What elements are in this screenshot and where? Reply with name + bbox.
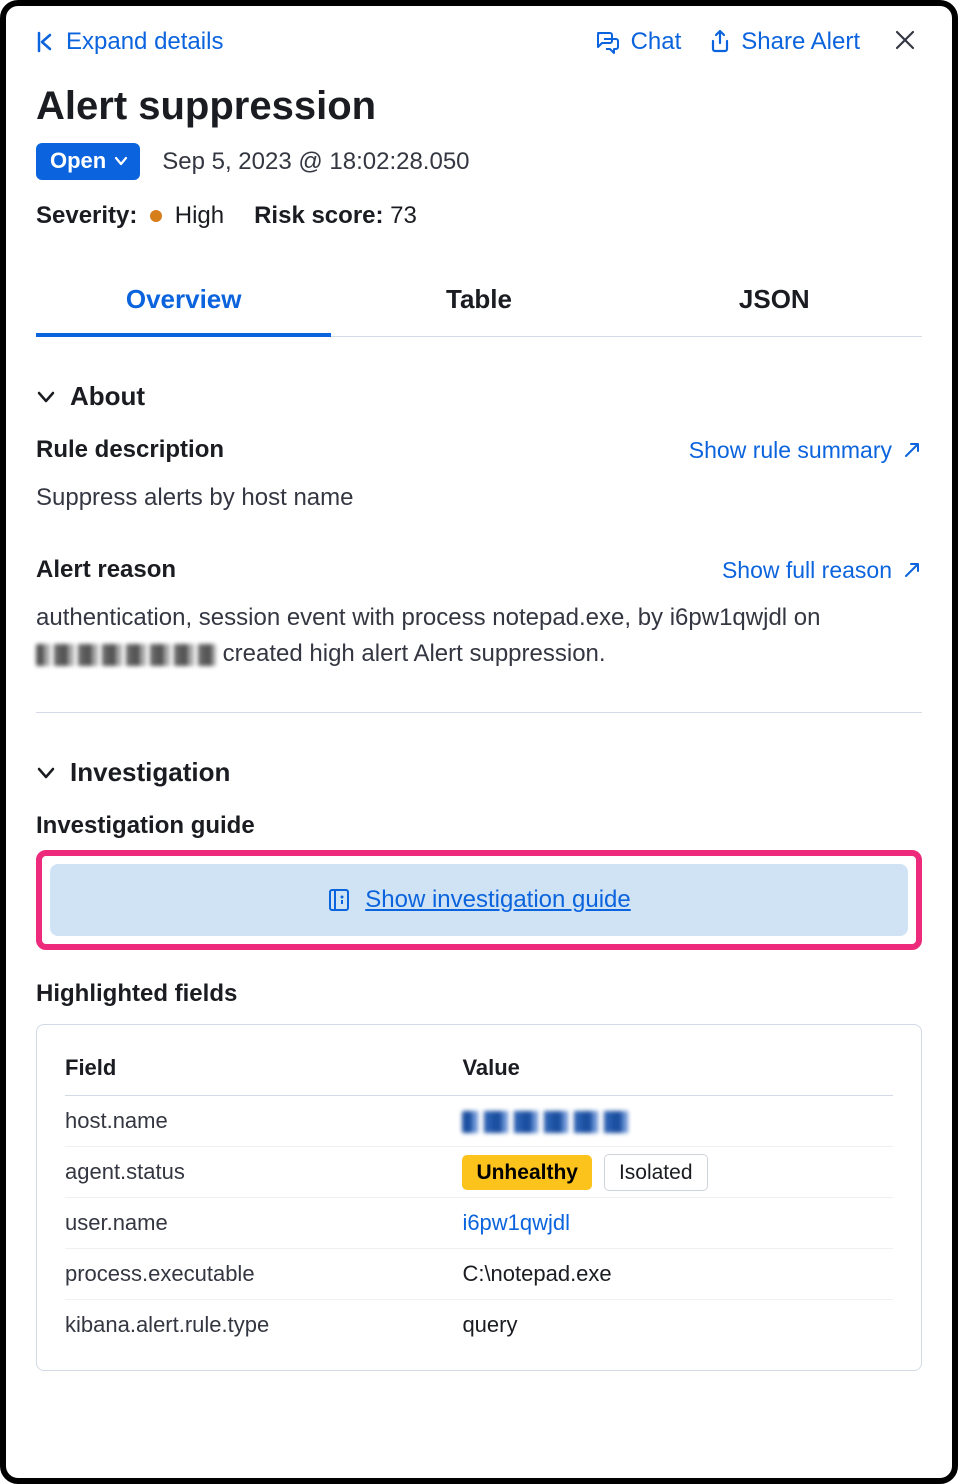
- severity-group: Severity: High: [36, 202, 224, 230]
- table-header-value: Value: [462, 1043, 893, 1096]
- highlighted-fields-table: Field Value host.nameagent.statusUnhealt…: [36, 1024, 922, 1371]
- field-value: Unhealthy Isolated: [462, 1147, 893, 1198]
- field-name: user.name: [65, 1198, 462, 1249]
- about-section-toggle[interactable]: About: [36, 381, 922, 412]
- alert-title: Alert suppression: [36, 84, 922, 129]
- highlighted-fields-label: Highlighted fields: [36, 980, 922, 1008]
- close-icon: [894, 29, 916, 51]
- rule-description-text: Suppress alerts by host name: [36, 480, 922, 516]
- about-header: About: [70, 381, 145, 412]
- close-button[interactable]: [888, 29, 922, 55]
- status-badge-open[interactable]: Open: [36, 143, 140, 180]
- chat-label: Chat: [631, 28, 682, 56]
- chat-icon: [595, 30, 621, 54]
- risk-group: Risk score: 73: [254, 202, 417, 230]
- severity-value: High: [175, 202, 224, 229]
- field-value: C:\notepad.exe: [462, 1249, 893, 1300]
- show-rule-summary-link[interactable]: Show rule summary: [689, 437, 922, 464]
- show-full-reason-link[interactable]: Show full reason: [722, 557, 922, 584]
- severity-label: Severity:: [36, 202, 137, 229]
- guide-button-text: Show investigation guide: [365, 886, 631, 914]
- rule-description-label: Rule description: [36, 436, 224, 464]
- alert-reason-text: authentication, session event with proce…: [36, 600, 922, 672]
- divider: [36, 712, 922, 713]
- popout-arrow-icon: [902, 560, 922, 580]
- table-row: agent.statusUnhealthy Isolated: [65, 1147, 893, 1198]
- field-name: process.executable: [65, 1249, 462, 1300]
- show-investigation-guide-button[interactable]: Show investigation guide: [50, 864, 908, 936]
- chevron-down-icon: [114, 156, 128, 166]
- field-name: agent.status: [65, 1147, 462, 1198]
- redacted-value: [462, 1111, 632, 1133]
- table-row: process.executableC:\notepad.exe: [65, 1249, 893, 1300]
- investigation-section-toggle[interactable]: Investigation: [36, 757, 922, 788]
- investigation-header: Investigation: [70, 757, 230, 788]
- tab-overview[interactable]: Overview: [36, 270, 331, 337]
- expand-details-button[interactable]: Expand details: [36, 28, 223, 56]
- expand-details-label: Expand details: [66, 28, 223, 56]
- investigation-guide-highlight: Show investigation guide: [36, 850, 922, 950]
- field-name: host.name: [65, 1096, 462, 1147]
- table-row: host.name: [65, 1096, 893, 1147]
- tabs: Overview Table JSON: [36, 270, 922, 337]
- tab-json[interactable]: JSON: [627, 270, 922, 336]
- severity-dot-icon: [150, 210, 162, 222]
- value-link[interactable]: i6pw1qwjdl: [462, 1210, 570, 1235]
- risk-value: 73: [390, 202, 417, 229]
- rule-summary-link-text: Show rule summary: [689, 437, 892, 464]
- status-badge-isolated: Isolated: [604, 1154, 708, 1191]
- field-name: kibana.alert.rule.type: [65, 1300, 462, 1351]
- chevron-down-icon: [36, 390, 56, 404]
- chevron-down-icon: [36, 766, 56, 780]
- alert-reason-label: Alert reason: [36, 556, 176, 584]
- share-alert-button[interactable]: Share Alert: [709, 28, 860, 56]
- table-row: kibana.alert.rule.typequery: [65, 1300, 893, 1351]
- risk-label: Risk score:: [254, 202, 383, 229]
- table-row: user.namei6pw1qwjdl: [65, 1198, 893, 1249]
- field-value: query: [462, 1300, 893, 1351]
- status-badge-unhealthy: Unhealthy: [462, 1155, 592, 1190]
- field-value: [462, 1096, 893, 1147]
- tab-table[interactable]: Table: [331, 270, 626, 336]
- investigation-guide-label: Investigation guide: [36, 812, 922, 840]
- table-header-field: Field: [65, 1043, 462, 1096]
- chat-button[interactable]: Chat: [595, 28, 682, 56]
- expand-left-icon: [36, 31, 56, 53]
- share-icon: [709, 29, 731, 55]
- guide-book-icon: [327, 887, 351, 913]
- popout-arrow-icon: [902, 440, 922, 460]
- timestamp: Sep 5, 2023 @ 18:02:28.050: [162, 148, 469, 176]
- full-reason-link-text: Show full reason: [722, 557, 892, 584]
- field-value[interactable]: i6pw1qwjdl: [462, 1198, 893, 1249]
- redacted-hostname: [36, 644, 216, 666]
- status-badge-label: Open: [50, 148, 106, 174]
- share-alert-label: Share Alert: [741, 28, 860, 56]
